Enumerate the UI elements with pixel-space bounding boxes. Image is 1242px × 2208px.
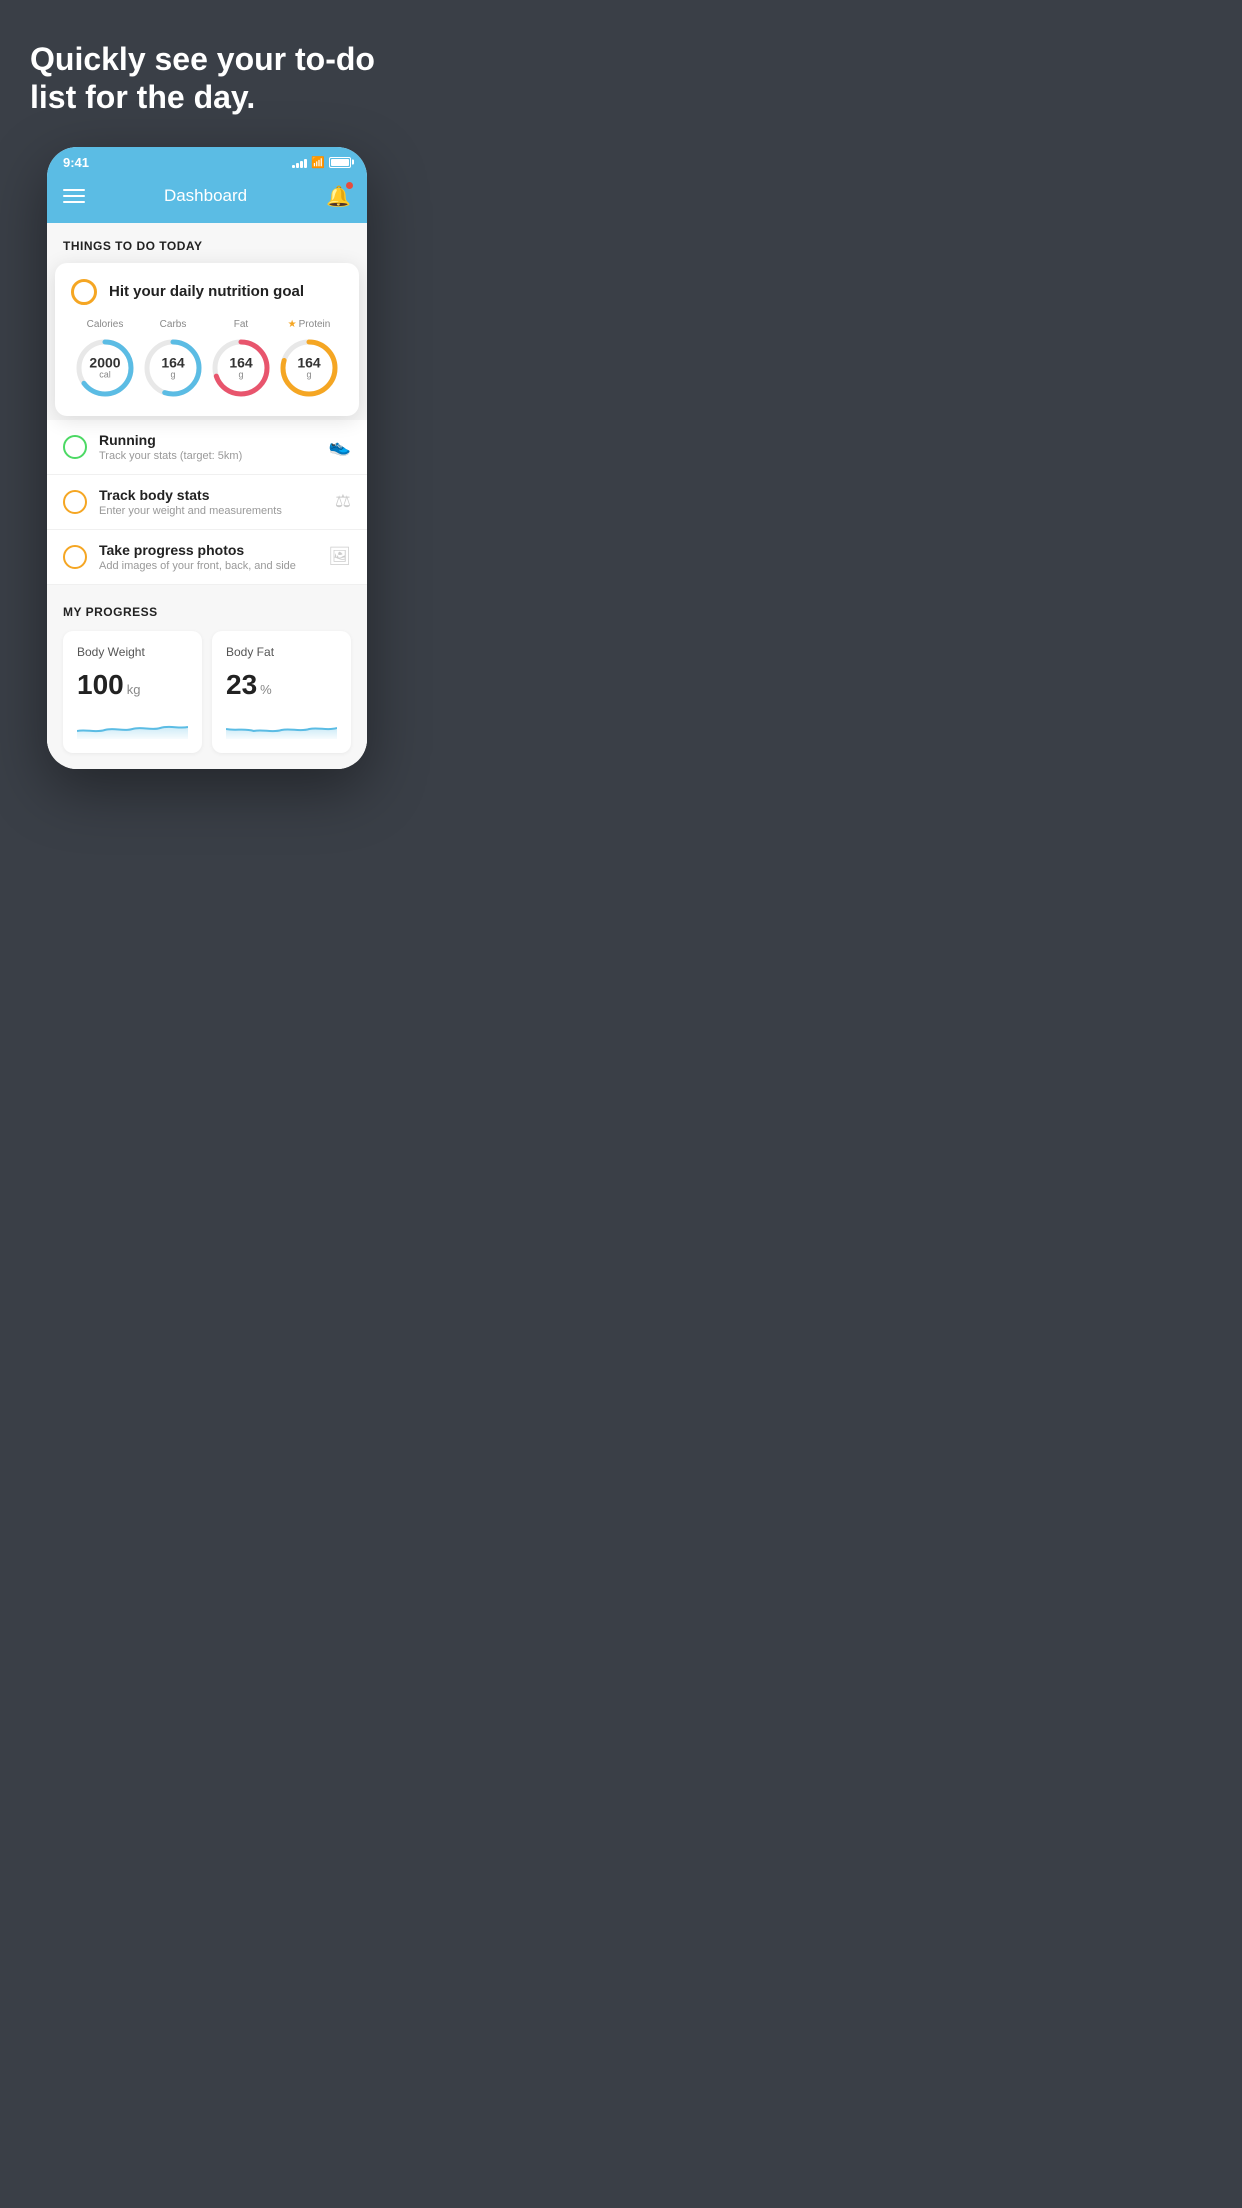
body-fat-title: Body Fat (226, 645, 337, 659)
calories-value: 2000 (89, 355, 120, 370)
macro-fat: Fat 164 g (209, 319, 273, 400)
macro-protein-ring: 164 g (277, 336, 341, 400)
progress-section: MY PROGRESS Body Weight 100 kg (47, 585, 367, 769)
todo-running-title: Running (99, 432, 317, 448)
status-icons: 📶 (292, 156, 351, 169)
nutrition-card-header: Hit your daily nutrition goal (71, 279, 343, 305)
app-header: Dashboard 🔔 (47, 174, 367, 223)
scale-icon: ⚖ (335, 491, 351, 512)
header-title: Dashboard (164, 186, 247, 206)
menu-button[interactable] (63, 189, 85, 203)
status-bar: 9:41 📶 (47, 147, 367, 174)
things-to-do-header: THINGS TO DO TODAY (47, 223, 367, 263)
progress-section-title: MY PROGRESS (63, 605, 351, 619)
todo-item-body-stats[interactable]: Track body stats Enter your weight and m… (47, 475, 367, 530)
todo-running-subtitle: Track your stats (target: 5km) (99, 450, 317, 462)
todo-running-circle (63, 435, 87, 459)
todo-progress-photos-text: Take progress photos Add images of your … (99, 542, 316, 572)
fat-unit: g (229, 371, 252, 381)
macro-carbs-label: Carbs (160, 319, 187, 330)
photo-icon: 🖼 (328, 546, 351, 567)
wifi-icon: 📶 (311, 156, 325, 169)
todo-body-stats-circle (63, 490, 87, 514)
todo-progress-photos-subtitle: Add images of your front, back, and side (99, 560, 316, 572)
todo-progress-photos-circle (63, 545, 87, 569)
todo-body-stats-subtitle: Enter your weight and measurements (99, 505, 323, 517)
body-fat-unit: % (260, 682, 272, 697)
status-time: 9:41 (63, 155, 89, 170)
nutrition-card[interactable]: Hit your daily nutrition goal Calories (55, 263, 359, 416)
fat-value: 164 (229, 355, 252, 370)
progress-cards: Body Weight 100 kg (63, 631, 351, 753)
macro-calories-label: Calories (87, 319, 124, 330)
todo-item-running[interactable]: Running Track your stats (target: 5km) 👟 (47, 420, 367, 475)
macro-fat-label: Fat (234, 319, 248, 330)
nutrition-macros: Calories 2000 cal (71, 319, 343, 400)
nutrition-title: Hit your daily nutrition goal (109, 283, 304, 300)
background: Quickly see your to-do list for the day.… (0, 0, 414, 789)
macro-calories: Calories 2000 cal (73, 319, 137, 400)
macro-carbs-ring: 164 g (141, 336, 205, 400)
body-fat-value: 23 % (226, 669, 337, 701)
body-fat-card[interactable]: Body Fat 23 % (212, 631, 351, 753)
hero-title: Quickly see your to-do list for the day. (20, 40, 394, 117)
notifications-button[interactable]: 🔔 (326, 184, 351, 209)
todo-list: Running Track your stats (target: 5km) 👟… (47, 420, 367, 585)
body-weight-chart (77, 711, 188, 739)
body-weight-title: Body Weight (77, 645, 188, 659)
body-weight-unit: kg (127, 682, 141, 697)
carbs-value: 164 (161, 355, 184, 370)
body-weight-card[interactable]: Body Weight 100 kg (63, 631, 202, 753)
notification-badge (346, 182, 353, 189)
macro-carbs: Carbs 164 g (141, 319, 205, 400)
todo-progress-photos-title: Take progress photos (99, 542, 316, 558)
protein-star-icon: ★ (288, 319, 297, 330)
body-fat-number: 23 (226, 669, 257, 701)
todo-body-stats-text: Track body stats Enter your weight and m… (99, 487, 323, 517)
macro-protein-label: ★ Protein (288, 319, 331, 330)
nutrition-check-circle (71, 279, 97, 305)
calories-unit: cal (89, 371, 120, 381)
body-fat-chart (226, 711, 337, 739)
todo-item-progress-photos[interactable]: Take progress photos Add images of your … (47, 530, 367, 585)
running-shoe-icon: 👟 (329, 436, 351, 457)
protein-unit: g (297, 371, 320, 381)
todo-running-text: Running Track your stats (target: 5km) (99, 432, 317, 462)
body-weight-value: 100 kg (77, 669, 188, 701)
protein-value: 164 (297, 355, 320, 370)
todo-body-stats-title: Track body stats (99, 487, 323, 503)
phone-mockup: 9:41 📶 Dashboard (47, 147, 367, 769)
signal-icon (292, 156, 307, 168)
macro-protein: ★ Protein 164 g (277, 319, 341, 400)
macro-calories-ring: 2000 cal (73, 336, 137, 400)
content-area: THINGS TO DO TODAY Hit your daily nutrit… (47, 223, 367, 769)
body-weight-number: 100 (77, 669, 124, 701)
macro-fat-ring: 164 g (209, 336, 273, 400)
battery-icon (329, 157, 351, 168)
carbs-unit: g (161, 371, 184, 381)
